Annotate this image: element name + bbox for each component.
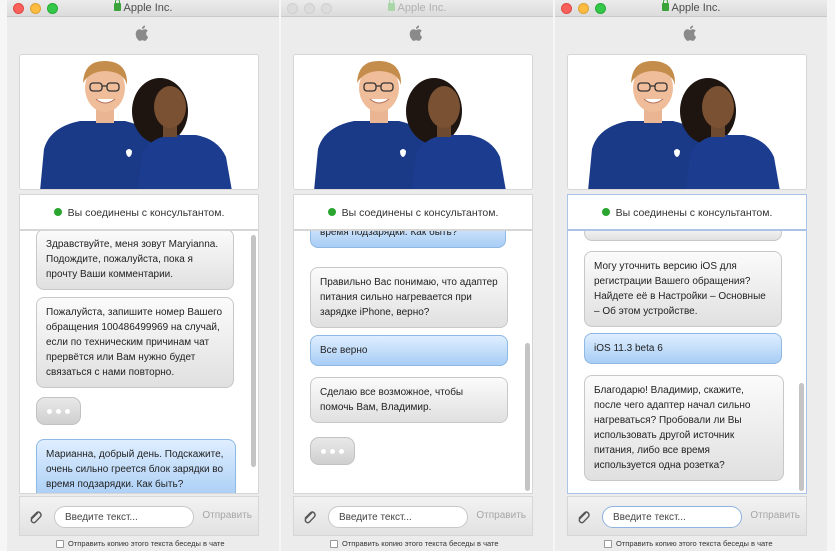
connection-status: Вы соединены с консультантом. [567,194,807,230]
connection-status: Вы соединены с консультантом. [19,194,259,230]
agent-message-bubble: Могу уточнить версию iOS для регистрации… [584,251,782,327]
connection-status: Вы соединены с консультантом. [293,194,533,230]
agent-message-bubble: Правильно Вас понимаю, что адаптер питан… [310,267,508,328]
typing-indicator [310,437,355,465]
user-message-bubble: Все верно [310,335,508,366]
window-title: Apple Inc. [281,0,553,14]
consultants-photo [293,54,533,190]
compose-bar: Отправить [19,496,259,536]
chat-transcript[interactable]: Могу уточнить версию iOS для регистрации… [567,230,807,494]
agent-message-bubble: Пожалуйста, запишите номер Вашего обраще… [36,297,234,388]
consultants-photo [567,54,807,190]
copy-transcript-label: Отправить копию этого текста беседы в ча… [342,539,499,548]
agent-message-bubble [584,231,782,241]
connection-status-text: Вы соединены с консультантом. [341,207,499,219]
message-input[interactable] [54,506,194,528]
paperclip-icon[interactable] [302,509,316,525]
copy-transcript-checkbox[interactable] [56,539,64,548]
copy-transcript-checkbox[interactable] [604,539,612,548]
window-title-text: Apple Inc. [397,2,447,14]
apple-logo-icon [409,25,423,41]
user-message-bubble: Марианна, добрый день. Подскажите, очень… [36,439,236,493]
apple-logo-icon [135,25,149,41]
agent-message-bubble: Благодарю! Владимир, скажите, после чего… [584,375,784,481]
window-title-text: Apple Inc. [671,2,721,14]
copy-transcript-option[interactable]: Отправить копию этого текста беседы в ча… [56,539,225,548]
copy-transcript-option[interactable]: Отправить копию этого текста беседы в ча… [330,539,499,548]
user-message-bubble: время подзарядки. Как быть? [310,231,506,248]
chat-scrollbar[interactable] [251,235,256,467]
message-input[interactable] [328,506,468,528]
chat-scrollbar[interactable] [799,383,804,491]
window-title: Apple Inc. [555,0,827,14]
send-button[interactable]: Отправить [202,510,252,521]
title-bar[interactable]: Apple Inc. [7,0,279,17]
send-button[interactable]: Отправить [476,510,526,521]
apple-logo-icon [683,25,697,41]
agent-message-bubble: Здравствуйте, меня зовут Maryianna. Подо… [36,231,234,290]
copy-transcript-label: Отправить копию этого текста беседы в ча… [68,539,225,548]
online-dot-icon [327,208,336,216]
lock-icon [661,0,669,11]
chat-scrollbar[interactable] [525,343,530,491]
typing-indicator [36,397,81,425]
message-input[interactable] [602,506,742,528]
online-dot-icon [601,208,610,216]
connection-status-text: Вы соединены с консультантом. [67,207,225,219]
chat-window-2: Apple Inc. Вы соединены с консультантом.… [281,0,553,551]
consultants-photo [19,54,259,190]
title-bar[interactable]: Apple Inc. [555,0,827,17]
connection-status-text: Вы соединены с консультантом. [615,207,773,219]
user-message-bubble: iOS 11.3 beta 6 [584,333,782,364]
agent-message-bubble: Сделаю все возможное, чтобы помочь Вам, … [310,377,508,423]
chat-window-3: Apple Inc. Вы соединены с консультантом.… [555,0,827,551]
window-title: Apple Inc. [7,0,279,14]
chat-window-1: Apple Inc. Вы соединены с консультантом.… [7,0,279,551]
chat-transcript[interactable]: время подзарядки. Как быть? Правильно Вас… [293,230,533,494]
online-dot-icon [53,208,62,216]
copy-transcript-option[interactable]: Отправить копию этого текста беседы в ча… [604,539,773,548]
lock-icon [387,0,395,11]
title-bar[interactable]: Apple Inc. [281,0,553,17]
paperclip-icon[interactable] [576,509,590,525]
send-button[interactable]: Отправить [750,510,800,521]
window-title-text: Apple Inc. [123,2,173,14]
chat-transcript[interactable]: Здравствуйте, меня зовут Maryianna. Подо… [19,230,259,494]
lock-icon [113,0,121,11]
copy-transcript-label: Отправить копию этого текста беседы в ча… [616,539,773,548]
copy-transcript-checkbox[interactable] [330,539,338,548]
compose-bar: Отправить [567,496,807,536]
paperclip-icon[interactable] [28,509,42,525]
compose-bar: Отправить [293,496,533,536]
